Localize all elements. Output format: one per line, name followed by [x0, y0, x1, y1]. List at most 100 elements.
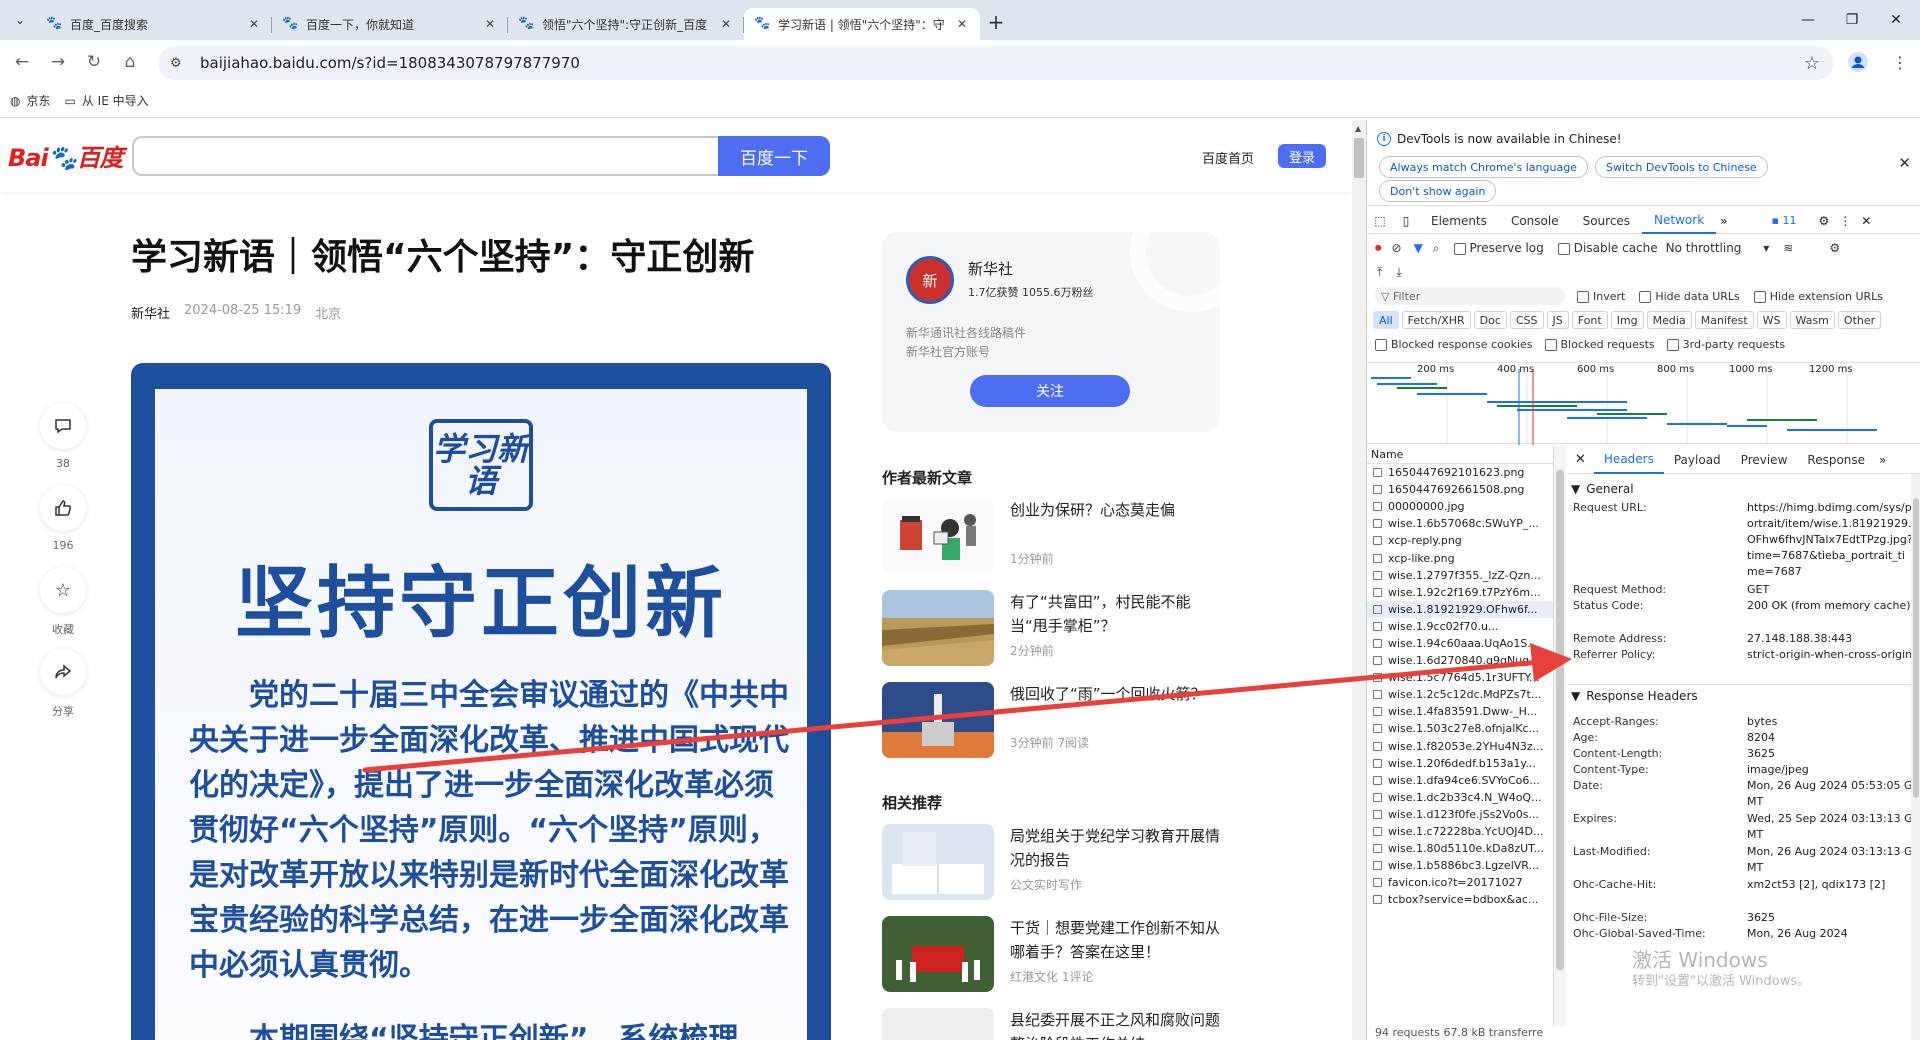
header-value[interactable]: Mon, 26 Aug 2024 03:13:13 GMT: [1747, 844, 1913, 876]
scrollbar-thumb[interactable]: [1913, 498, 1919, 798]
request-row[interactable]: wise.1.6b57068c.SWuYP_...: [1367, 515, 1553, 532]
login-button[interactable]: 登录: [1278, 144, 1326, 168]
blocked-requests-checkbox[interactable]: Blocked requests: [1544, 338, 1655, 351]
filter-js[interactable]: JS: [1546, 311, 1569, 329]
tab-search-button[interactable]: ⌄: [4, 5, 36, 35]
request-row[interactable]: 1650447692661508.png: [1367, 481, 1553, 498]
tab-payload[interactable]: Payload: [1664, 446, 1731, 474]
request-row[interactable]: wise.1.c72228ba.YcUOJ4D...: [1367, 823, 1553, 840]
follow-button[interactable]: 关注: [970, 375, 1130, 407]
tab-response[interactable]: Response: [1797, 446, 1875, 474]
blocked-cookies-checkbox[interactable]: Blocked response cookies: [1375, 338, 1533, 351]
header-value[interactable]: 27.148.188.38:443: [1747, 631, 1913, 647]
filter-manifest[interactable]: Manifest: [1694, 311, 1754, 329]
browser-tab-active[interactable]: 🐾 学习新语 | 领悟"六个坚持"：守 ✕: [744, 8, 980, 40]
header-value[interactable]: 3625: [1747, 910, 1913, 926]
settings-gear-icon[interactable]: ⚙: [1818, 214, 1829, 228]
close-icon[interactable]: ✕: [482, 17, 498, 31]
article-card[interactable]: 俄回收了“雨”一个回收火箭？ 3分钟前 7阅读: [882, 682, 1222, 758]
request-row[interactable]: wise.1.6d270840.q9gNuq...: [1367, 652, 1553, 669]
scroll-up-arrow-icon[interactable]: ▲: [1355, 124, 1361, 133]
close-icon[interactable]: ✕: [246, 17, 262, 31]
bookmark-item[interactable]: ◍ 京东: [10, 92, 51, 109]
header-value[interactable]: 200 OK (from memory cache): [1747, 598, 1913, 614]
request-row[interactable]: 00000000.jpg: [1367, 498, 1553, 515]
filter-media[interactable]: Media: [1646, 311, 1692, 329]
general-section-toggle[interactable]: ▼ General: [1567, 478, 1920, 500]
browser-tab[interactable]: 🐾 百度_百度搜索 ✕: [36, 8, 272, 40]
hide-extension-urls-checkbox[interactable]: Hide extension URLs: [1753, 290, 1883, 303]
request-row[interactable]: favicon.ico?t=20171027: [1367, 874, 1553, 891]
preserve-log-checkbox[interactable]: Preserve log: [1453, 241, 1544, 255]
tab-network[interactable]: Network: [1642, 208, 1717, 234]
filter-img[interactable]: Img: [1610, 311, 1644, 329]
match-language-button[interactable]: Always match Chrome's language: [1379, 156, 1588, 178]
third-party-checkbox[interactable]: 3rd-party requests: [1666, 338, 1785, 351]
disable-cache-checkbox[interactable]: Disable cache: [1557, 241, 1658, 255]
request-row[interactable]: wise.1.9cc02f70.u...: [1367, 618, 1553, 635]
article-source[interactable]: 新华社: [131, 303, 170, 322]
bookmark-folder[interactable]: ▭ 从 IE 中导入: [65, 92, 149, 109]
filter-css[interactable]: CSS: [1509, 311, 1544, 329]
article-card[interactable]: 干货｜想要党建工作创新不知从哪着手？答案在这里！ 红港文化 1评论: [882, 916, 1222, 992]
tab-sources[interactable]: Sources: [1571, 208, 1642, 234]
home-button[interactable]: ⌂: [114, 46, 146, 78]
filter-input[interactable]: ▽ Filter: [1375, 287, 1565, 305]
close-icon[interactable]: ✕: [1898, 154, 1911, 172]
hide-data-urls-checkbox[interactable]: Hide data URLs: [1639, 290, 1740, 303]
close-icon[interactable]: ✕: [718, 17, 734, 31]
filter-all[interactable]: All: [1373, 311, 1399, 329]
kebab-menu-icon[interactable]: ⋮: [1839, 214, 1851, 228]
export-har-icon[interactable]: ⤓: [1396, 265, 1401, 280]
request-row[interactable]: wise.1.2797f355._lzZ-Qzn...: [1367, 567, 1553, 584]
article-card[interactable]: 局党组关于党纪学习教育开展情况的报告 公文实时写作: [882, 824, 1222, 900]
header-value[interactable]: Wed, 25 Sep 2024 03:13:13 GMT: [1747, 811, 1913, 843]
request-row[interactable]: xcp-reply.png: [1367, 532, 1553, 549]
network-overview-timeline[interactable]: 200 ms 400 ms 600 ms 800 ms 1000 ms 1200…: [1367, 362, 1920, 445]
baidu-logo[interactable]: Bai🐾百度: [8, 138, 124, 173]
favorite-button[interactable]: ☆ 收藏: [40, 567, 86, 637]
header-value[interactable]: https://himg.bdimg.com/sys/portrait/item…: [1747, 500, 1913, 580]
scrollbar-thumb[interactable]: [1556, 470, 1564, 970]
close-window-button[interactable]: ✕: [1868, 0, 1920, 40]
menu-button[interactable]: ⋮: [1884, 46, 1916, 78]
tab-elements[interactable]: Elements: [1419, 208, 1499, 234]
new-tab-button[interactable]: +: [980, 6, 1012, 38]
inspect-element-icon[interactable]: ⬚: [1367, 214, 1393, 228]
filter-wasm[interactable]: Wasm: [1789, 311, 1835, 329]
request-row[interactable]: wise.1.4fa83591.Dww-_H...: [1367, 703, 1553, 720]
clear-icon[interactable]: ⊘: [1392, 241, 1402, 255]
request-row[interactable]: wise.1.2c5c12dc.MdPZs7t...: [1367, 686, 1553, 703]
header-value[interactable]: GET: [1747, 582, 1913, 598]
search-icon[interactable]: ⌕: [1433, 241, 1440, 256]
author-name[interactable]: 新华社: [968, 258, 1013, 279]
bookmark-star-icon[interactable]: ☆: [1804, 53, 1820, 74]
browser-tab[interactable]: 🐾 百度一下，你就知道 ✕: [272, 8, 508, 40]
filter-funnel-icon[interactable]: ▼: [1414, 241, 1423, 255]
close-devtools-icon[interactable]: ✕: [1861, 214, 1871, 228]
request-row[interactable]: wise.1.94c60aaa.UqAo1S...: [1367, 635, 1553, 652]
browser-tab[interactable]: 🐾 领悟"六个坚持":守正创新_百度 ✕: [508, 8, 744, 40]
request-row[interactable]: wise.1.81921929.OFhw6f...: [1367, 600, 1553, 618]
detail-scrollbar[interactable]: [1911, 474, 1920, 1040]
baidu-home-link[interactable]: 百度首页: [1202, 148, 1254, 167]
name-column-header[interactable]: Name: [1367, 446, 1553, 464]
request-row[interactable]: wise.1.d123f0fe.jSs2Vo0s...: [1367, 806, 1553, 823]
tab-headers[interactable]: Headers: [1593, 446, 1664, 474]
request-row[interactable]: tcbox?service=bdbox&ac...: [1367, 891, 1553, 908]
header-value[interactable]: strict-origin-when-cross-origin: [1747, 647, 1913, 663]
close-icon[interactable]: ✕: [954, 17, 970, 31]
scrollbar-thumb[interactable]: [1354, 138, 1364, 178]
device-toolbar-icon[interactable]: ▯: [1393, 214, 1419, 228]
close-icon[interactable]: ✕: [1567, 452, 1594, 467]
site-info-icon[interactable]: ⚙: [170, 56, 190, 71]
filter-ws[interactable]: WS: [1756, 311, 1787, 329]
response-headers-toggle[interactable]: ▼ Response Headers: [1567, 684, 1911, 707]
search-button[interactable]: 百度一下: [718, 136, 830, 176]
header-value[interactable]: Mon, 26 Aug 2024: [1747, 926, 1913, 942]
header-value[interactable]: 8204: [1747, 730, 1913, 746]
import-har-icon[interactable]: ⤒: [1377, 265, 1382, 280]
request-row[interactable]: xcp-like.png: [1367, 549, 1553, 566]
request-row[interactable]: wise.1.b5886bc3.LgzelVR...: [1367, 857, 1553, 874]
issues-badge[interactable]: ▪ 11: [1772, 214, 1797, 227]
